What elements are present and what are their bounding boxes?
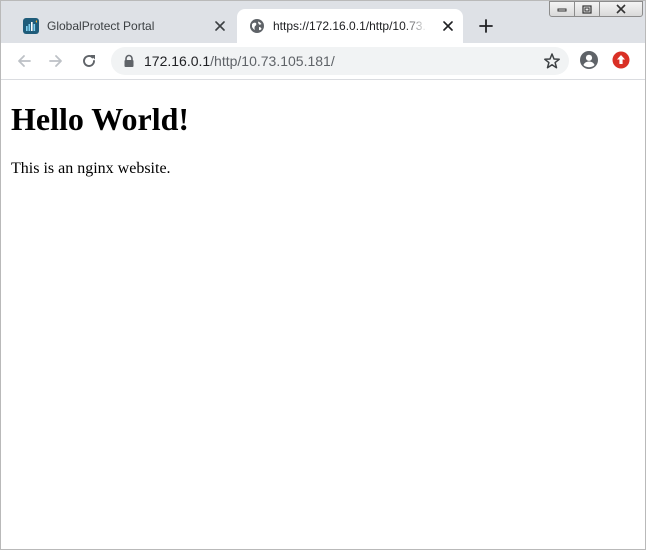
tab-active-page[interactable]: https://172.16.0.1/http/10.73.105.181/ — [237, 9, 463, 43]
reload-icon[interactable] — [77, 49, 101, 73]
globe-icon — [249, 18, 265, 34]
close-window-button[interactable] — [599, 1, 643, 17]
extension-update-icon[interactable] — [611, 50, 631, 70]
profile-avatar-icon[interactable] — [579, 50, 599, 70]
back-arrow-icon[interactable] — [12, 49, 36, 73]
tab-title: https://172.16.0.1/http/10.73.105.181/ — [273, 19, 427, 33]
address-bar[interactable]: 172.16.0.1/http/10.73.105.181/ — [111, 47, 569, 75]
tab-close-icon[interactable] — [439, 17, 457, 35]
tab-globalprotect-portal[interactable]: GlobalProtect Portal — [11, 9, 235, 43]
forward-arrow-icon[interactable] — [44, 49, 68, 73]
page-content: Hello World! This is an nginx website. — [1, 80, 645, 549]
minimize-window-button[interactable] — [549, 1, 575, 17]
url-path: /http/10.73.105.181/ — [210, 53, 335, 69]
tab-strip: GlobalProtect Portal https://172.16.0.1/… — [1, 1, 645, 43]
globalprotect-icon — [23, 18, 39, 34]
lock-icon[interactable] — [123, 54, 135, 68]
tab-title: GlobalProtect Portal — [47, 19, 155, 33]
page-heading: Hello World! — [11, 101, 190, 137]
browser-window: GlobalProtect Portal https://172.16.0.1/… — [0, 0, 646, 550]
maximize-window-button[interactable] — [574, 1, 600, 17]
address-url[interactable]: 172.16.0.1/http/10.73.105.181/ — [144, 53, 335, 69]
url-host: 172.16.0.1 — [144, 53, 211, 69]
tab-close-icon[interactable] — [211, 17, 229, 35]
page-body-text: This is an nginx website. — [11, 160, 171, 177]
bookmark-star-icon[interactable] — [543, 52, 561, 70]
browser-toolbar: 172.16.0.1/http/10.73.105.181/ — [1, 43, 645, 80]
new-tab-plus-icon[interactable] — [475, 15, 497, 37]
